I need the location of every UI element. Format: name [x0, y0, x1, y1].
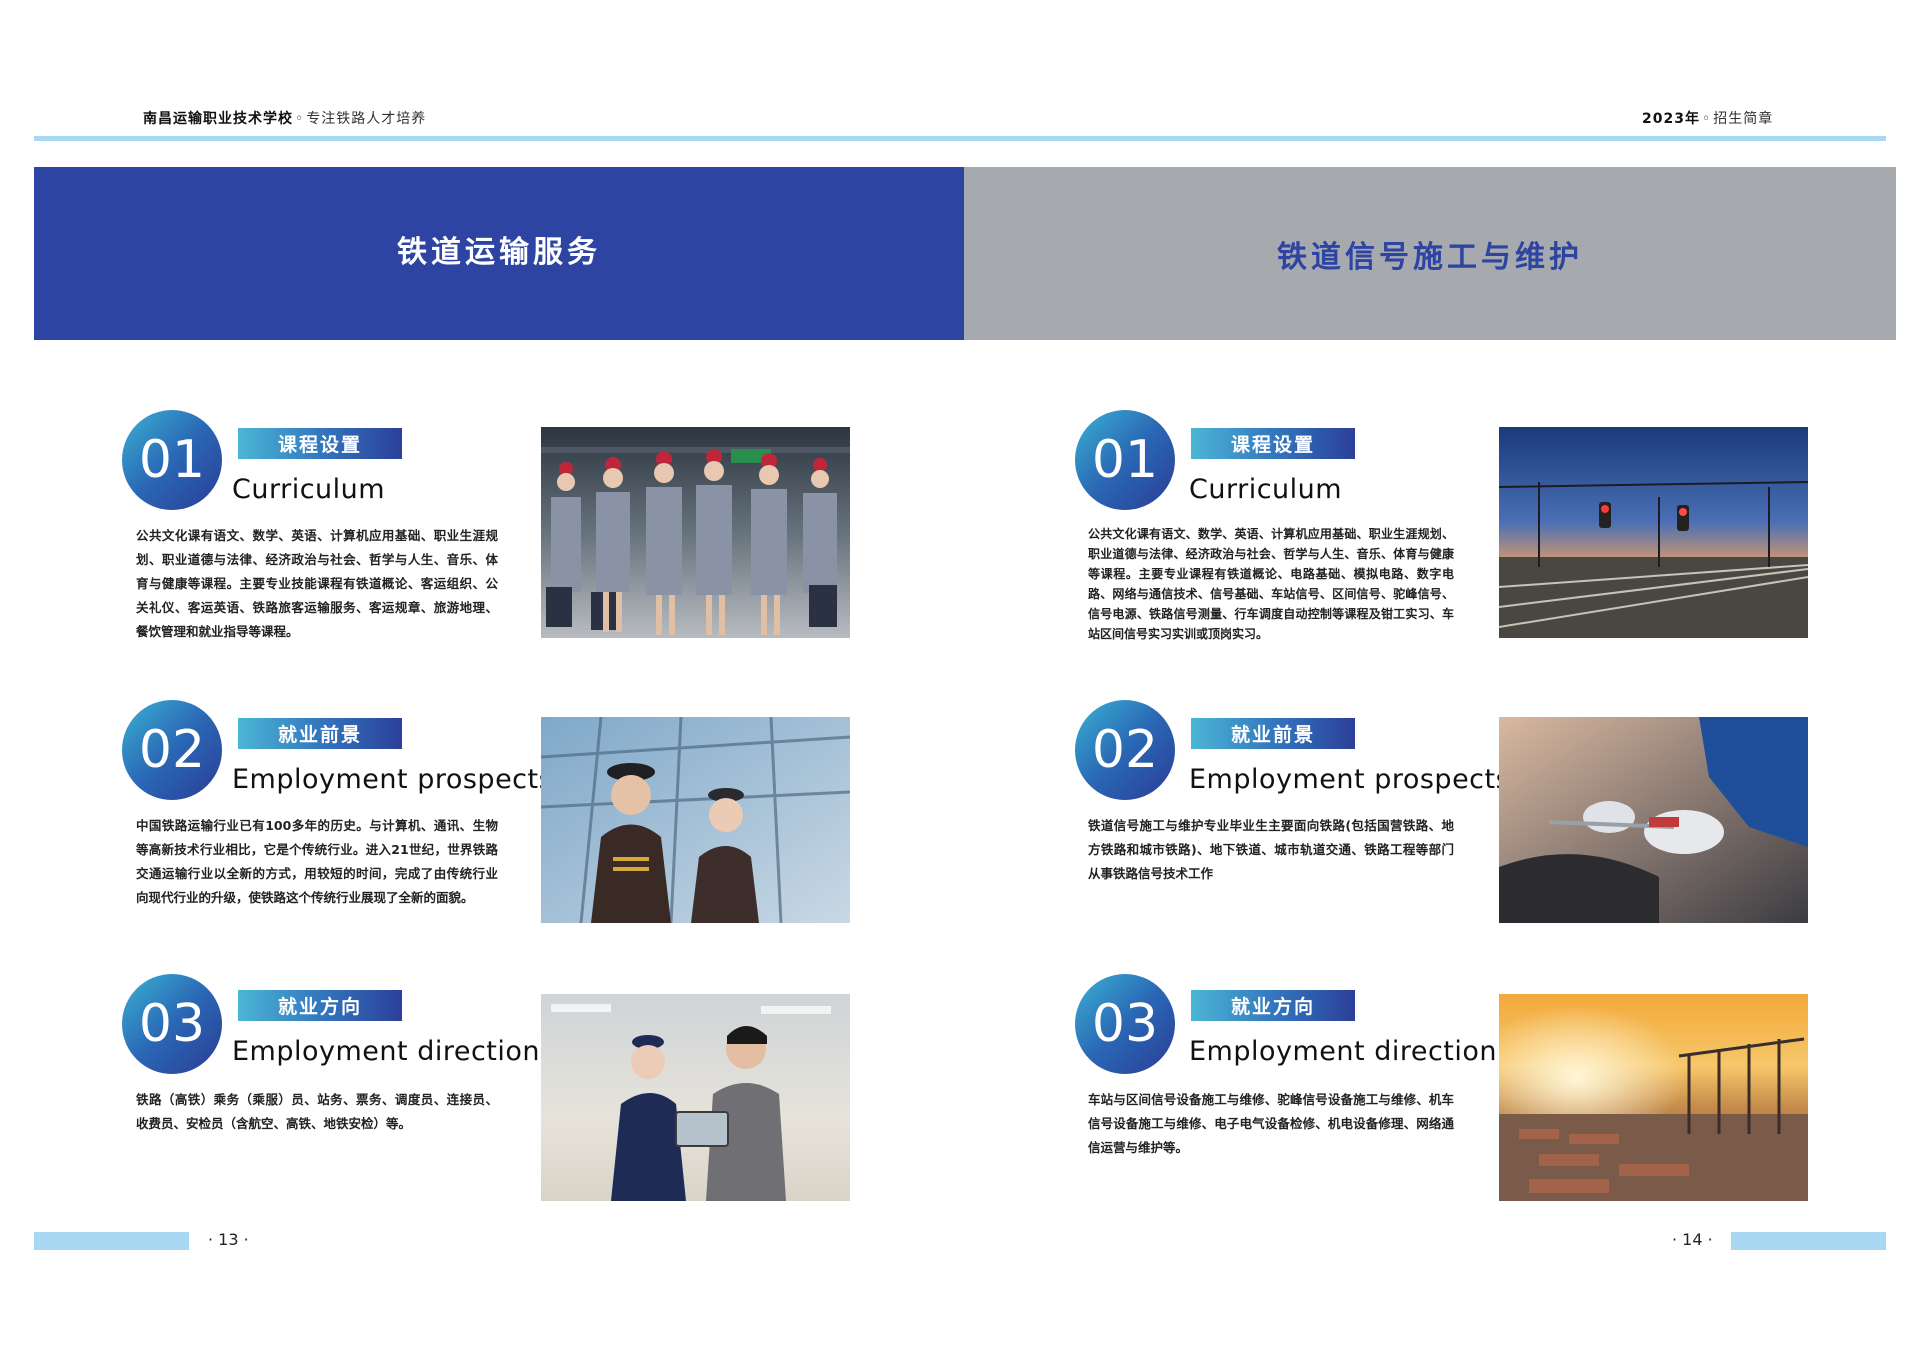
header-right: 2023年 ◦ 招生简章: [1642, 108, 1773, 128]
section-tag: 就业前景: [238, 718, 402, 749]
section-number: 01: [1075, 410, 1175, 510]
header-rule: [34, 136, 1886, 141]
page-number-right: · 14 ·: [1672, 1230, 1713, 1249]
school-name: 南昌运输职业技术学校: [143, 111, 293, 127]
mechanic-photo: [1499, 717, 1808, 923]
section-english-title: Employment prospects: [1189, 764, 1511, 795]
section-number: 02: [122, 700, 222, 800]
section-number: 03: [1075, 974, 1175, 1074]
section-text: 公共文化课有语文、数学、英语、计算机应用基础、职业生涯规划、职业道德与法律、经济…: [1088, 527, 1454, 641]
right-banner: 铁道信号施工与维护: [964, 167, 1896, 340]
section-english-title: Employment direction: [232, 1036, 541, 1067]
right-banner-title: 铁道信号施工与维护: [1277, 239, 1583, 275]
header-left: 南昌运输职业技术学校 ◦ 专注铁路人才培养: [143, 108, 426, 128]
section-number: 03: [122, 974, 222, 1074]
station-staff-photo: [541, 994, 850, 1201]
section-english-title: Employment direction: [1189, 1036, 1498, 1067]
section-tag: 就业方向: [238, 990, 402, 1021]
port-sunset-photo: [1499, 994, 1808, 1201]
header-separator-right: ◦: [1701, 111, 1712, 127]
section-tag: 就业前景: [1191, 718, 1355, 749]
header-separator: ◦: [295, 111, 305, 127]
section-text: 公共文化课有语文、数学、英语、计算机应用基础、职业生涯规划、职业道德与法律、经济…: [136, 528, 498, 639]
crew-photo: [541, 717, 850, 923]
section-tag: 课程设置: [238, 428, 402, 459]
section-number: 01: [122, 410, 222, 510]
left-banner-title: 铁道运输服务: [397, 234, 601, 270]
section-english-title: Curriculum: [232, 474, 386, 505]
section-text: 车站与区间信号设备施工与维修、驼峰信号设备施工与维修、机车信号设备施工与维修、电…: [1088, 1092, 1454, 1155]
page-number-left: · 13 ·: [208, 1230, 249, 1249]
section-tag: 就业方向: [1191, 990, 1355, 1021]
section-tag: 课程设置: [1191, 428, 1355, 459]
railway-signal-photo: [1499, 427, 1808, 638]
attendants-photo: [541, 427, 850, 638]
footer-bar-left: [34, 1232, 189, 1250]
section-text: 中国铁路运输行业已有100多年的历史。与计算机、通讯、生物等高新技术行业相比，它…: [136, 818, 498, 905]
school-slogan: 专注铁路人才培养: [306, 111, 427, 127]
section-english-title: Employment prospects: [232, 764, 554, 795]
section-number: 02: [1075, 700, 1175, 800]
brochure-year: 2023年: [1642, 111, 1700, 127]
section-text: 铁道信号施工与维护专业毕业生主要面向铁路(包括国营铁路、地方铁路和城市铁路)、地…: [1088, 818, 1454, 881]
section-text: 铁路（高铁）乘务（乘服）员、站务、票务、调度员、连接员、收费员、安检员（含航空、…: [136, 1092, 498, 1131]
footer-bar-right: [1731, 1232, 1886, 1250]
left-banner: 铁道运输服务: [34, 167, 964, 340]
section-english-title: Curriculum: [1189, 474, 1343, 505]
brochure-title: 招生简章: [1713, 111, 1774, 127]
